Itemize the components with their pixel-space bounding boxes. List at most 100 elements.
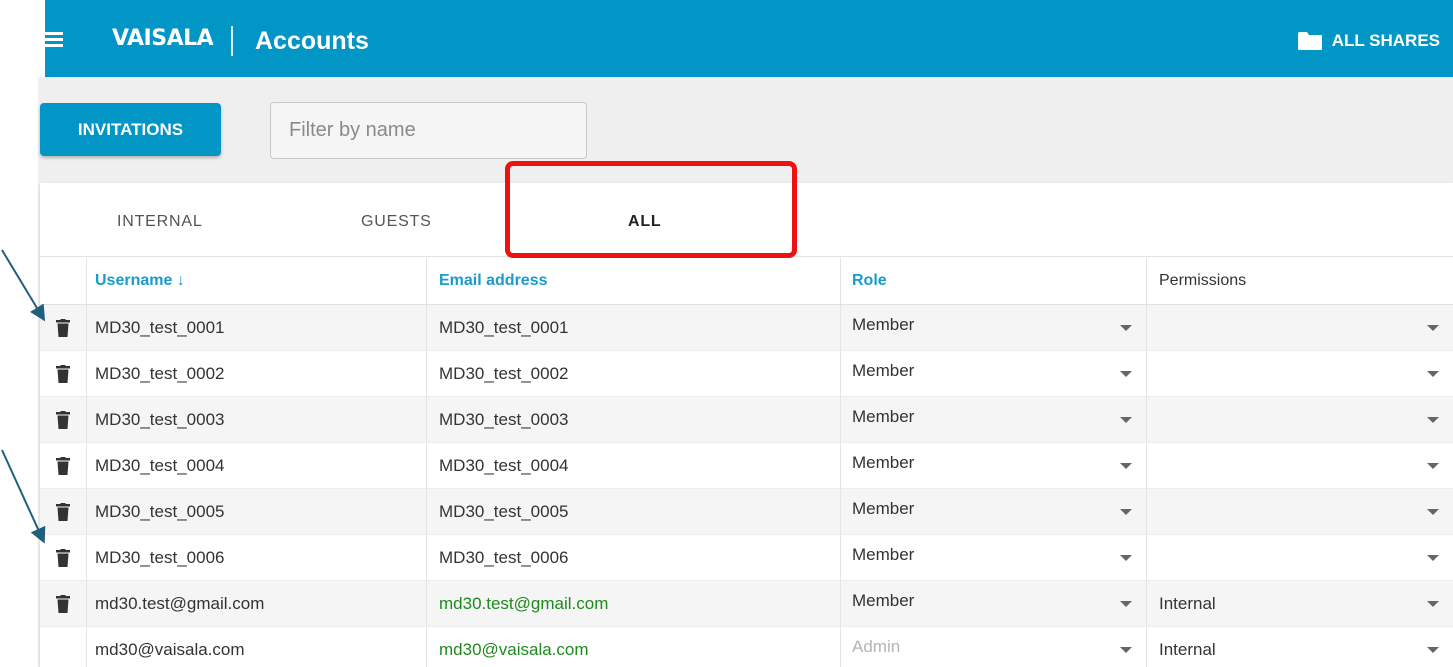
delete-button[interactable] [40, 443, 86, 488]
permissions-select[interactable] [1146, 489, 1453, 534]
role-select[interactable]: Member [840, 581, 1146, 626]
annotation-highlight-box [505, 161, 797, 258]
username-cell: MD30_test_0005 [86, 489, 426, 534]
trash-icon [56, 502, 70, 521]
delete-button[interactable] [40, 351, 86, 396]
app-header: VAISALA Accounts ALL SHARES [39, 0, 1453, 77]
trash-icon [56, 456, 70, 475]
page-title: Accounts [255, 27, 369, 55]
role-value: Member [852, 315, 915, 334]
username-cell: MD30_test_0006 [86, 535, 426, 580]
annotation-arrow [1, 449, 46, 544]
email-cell: MD30_test_0002 [426, 351, 840, 396]
permissions-value: Internal [1159, 593, 1216, 613]
invitations-button[interactable]: INVITATIONS [40, 103, 221, 156]
role-select[interactable]: Admin [840, 627, 1146, 667]
hamburger-menu-icon[interactable] [39, 32, 63, 48]
permissions-select[interactable]: Internal [1146, 581, 1453, 626]
table-row: md30@vaisala.com md30@vaisala.com Admin … [40, 627, 1453, 667]
permissions-select[interactable] [1146, 351, 1453, 396]
main-content: INVITATIONS INTERNAL GUESTS ALL Username… [38, 77, 1453, 667]
trash-icon [56, 594, 70, 613]
permissions-select[interactable] [1146, 397, 1453, 442]
dropdown-caret-icon [1427, 417, 1439, 423]
role-select[interactable]: Member [840, 443, 1146, 488]
email-cell: md30.test@gmail.com [426, 581, 840, 626]
dropdown-caret-icon [1120, 371, 1132, 377]
role-value: Member [852, 453, 915, 472]
role-select[interactable]: Member [840, 305, 1146, 350]
permissions-select[interactable] [1146, 443, 1453, 488]
role-select[interactable]: Member [840, 489, 1146, 534]
role-value: Member [852, 499, 915, 518]
table-row: MD30_test_0001 MD30_test_0001 Member [40, 305, 1453, 351]
trash-icon [56, 364, 70, 383]
table-header-row: Username ↓ Email address Role Permission… [40, 258, 1453, 305]
table-row: MD30_test_0005 MD30_test_0005 Member [40, 489, 1453, 535]
filter-by-name-input[interactable] [270, 102, 587, 159]
folder-icon [1297, 32, 1323, 50]
all-shares-button[interactable]: ALL SHARES [1297, 31, 1440, 51]
table-row: MD30_test_0004 MD30_test_0004 Member [40, 443, 1453, 489]
header-actions-cell [40, 258, 86, 304]
brand-logo: VAISALA [112, 26, 214, 51]
email-cell: MD30_test_0003 [426, 397, 840, 442]
column-header-username[interactable]: Username ↓ [86, 258, 426, 304]
delete-button[interactable] [40, 535, 86, 580]
username-cell: MD30_test_0004 [86, 443, 426, 488]
dropdown-caret-icon [1427, 463, 1439, 469]
dropdown-caret-icon [1120, 325, 1132, 331]
dropdown-caret-icon [1120, 647, 1132, 653]
permissions-select[interactable] [1146, 305, 1453, 350]
dropdown-caret-icon [1120, 601, 1132, 607]
email-cell: MD30_test_0001 [426, 305, 840, 350]
trash-icon [56, 318, 70, 337]
actions-cell-empty [40, 627, 86, 667]
permissions-select[interactable]: Internal [1146, 627, 1453, 667]
email-cell: md30@vaisala.com [426, 627, 840, 667]
role-select[interactable]: Member [840, 535, 1146, 580]
column-header-role[interactable]: Role [840, 258, 1146, 304]
username-cell: md30.test@gmail.com [86, 581, 426, 626]
all-shares-label: ALL SHARES [1331, 31, 1440, 50]
table-row: MD30_test_0002 MD30_test_0002 Member [40, 351, 1453, 397]
trash-icon [56, 548, 70, 567]
tab-internal[interactable]: INTERNAL [117, 213, 203, 231]
username-cell: MD30_test_0001 [86, 305, 426, 350]
email-cell: MD30_test_0006 [426, 535, 840, 580]
accounts-panel: INTERNAL GUESTS ALL Username ↓ Email add… [40, 161, 1453, 667]
role-value: Admin [852, 637, 901, 656]
role-select[interactable]: Member [840, 397, 1146, 442]
column-header-email[interactable]: Email address [426, 258, 840, 304]
permissions-value: Internal [1159, 639, 1216, 659]
column-header-permissions: Permissions [1146, 258, 1453, 304]
role-select[interactable]: Member [840, 351, 1146, 396]
dropdown-caret-icon [1427, 371, 1439, 377]
delete-button[interactable] [40, 489, 86, 534]
annotation-arrow [1, 249, 46, 322]
dropdown-caret-icon [1120, 463, 1132, 469]
trash-icon [56, 410, 70, 429]
tab-guests[interactable]: GUESTS [361, 213, 432, 231]
dropdown-caret-icon [1120, 509, 1132, 515]
dropdown-caret-icon [1120, 417, 1132, 423]
email-cell: MD30_test_0004 [426, 443, 840, 488]
table-row: MD30_test_0006 MD30_test_0006 Member [40, 535, 1453, 581]
username-cell: md30@vaisala.com [86, 627, 426, 667]
table-row: md30.test@gmail.com md30.test@gmail.com … [40, 581, 1453, 627]
role-value: Member [852, 407, 915, 426]
account-tabs: INTERNAL GUESTS ALL [40, 161, 1453, 258]
delete-button[interactable] [40, 581, 86, 626]
dropdown-caret-icon [1427, 555, 1439, 561]
header-divider [231, 26, 233, 56]
username-cell: MD30_test_0003 [86, 397, 426, 442]
permissions-select[interactable] [1146, 535, 1453, 580]
email-cell: MD30_test_0005 [426, 489, 840, 534]
delete-button[interactable] [40, 305, 86, 350]
table-row: MD30_test_0003 MD30_test_0003 Member [40, 397, 1453, 443]
role-value: Member [852, 361, 915, 380]
accounts-table: Username ↓ Email address Role Permission… [40, 258, 1453, 667]
delete-button[interactable] [40, 397, 86, 442]
dropdown-caret-icon [1427, 325, 1439, 331]
username-cell: MD30_test_0002 [86, 351, 426, 396]
